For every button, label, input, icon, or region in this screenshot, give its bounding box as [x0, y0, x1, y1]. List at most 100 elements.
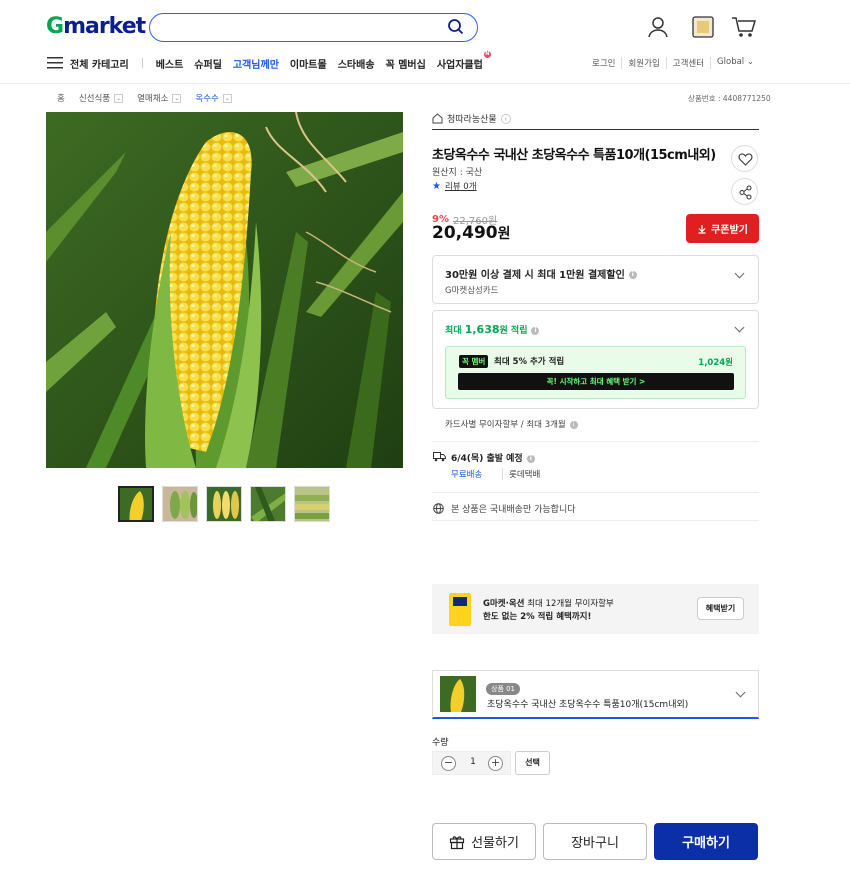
user-icon[interactable]: [646, 15, 670, 39]
chevron-down-icon[interactable]: ⌄: [222, 93, 232, 103]
option-name: 초당옥수수 국내산 초당옥수수 특품10개(15cm내외): [487, 700, 689, 710]
share-button[interactable]: [731, 178, 758, 205]
installment-text: 카드사별 무이자할부 / 최대 3개월: [445, 420, 566, 430]
search-icon[interactable]: [447, 18, 465, 36]
card-discount-title: 30만원 이상 결제 시 최대 1만원 결제할인: [445, 270, 625, 281]
chevron-down-icon[interactable]: [734, 322, 745, 333]
heart-icon: [738, 153, 753, 166]
card-discount-box[interactable]: 30만원 이상 결제 시 최대 1만원 결제할인 i G마켓삼성카드: [432, 255, 759, 304]
product-number: 상품번호 : 4408771250: [688, 94, 771, 103]
search-input[interactable]: [164, 14, 444, 39]
chevron-down-icon[interactable]: [734, 268, 745, 279]
membership-text: 최대 5% 추가 적립: [494, 357, 565, 367]
free-shipping-label: 무료배송: [451, 470, 483, 480]
nav-best[interactable]: 베스트: [156, 56, 184, 71]
sale-price-unit: 원: [497, 226, 511, 242]
chevron-right-icon: ›: [500, 113, 511, 124]
nav-business-club-label: 사업자클럽: [436, 59, 483, 71]
nav-business-club[interactable]: 사업자클럽 N: [436, 50, 491, 71]
store-icon: [432, 113, 443, 124]
points-box: 최대 1,638원 적립 i 꼭 멤버 최대 5% 추가 적립 1,024원 꼭!…: [432, 310, 759, 409]
nav-superdeal[interactable]: 슈퍼딜: [194, 56, 222, 71]
card-name: G마켓삼성카드: [445, 286, 499, 296]
cart-icon[interactable]: [731, 15, 757, 39]
banner-line-1-text: 최대 12개월 무이자할부: [524, 599, 614, 609]
membership-amount: 1,024원: [698, 358, 733, 368]
plus-button[interactable]: +: [488, 756, 503, 771]
membership-cta-button[interactable]: 꼭! 시작하고 최대 혜택 받기 >: [458, 373, 734, 390]
courier-name: 롯데택배: [502, 468, 540, 480]
banner-line-2: 한도 없는 2% 적립 혜택까지!: [483, 612, 592, 622]
chevron-down-icon[interactable]: ⌄: [114, 93, 124, 103]
nav-star-delivery[interactable]: 스타배송: [338, 56, 375, 71]
minus-button[interactable]: −: [441, 756, 456, 771]
divider: [432, 441, 759, 442]
menu-icon[interactable]: [47, 57, 63, 69]
wishlist-button[interactable]: [731, 145, 758, 172]
thumbnail-3[interactable]: [206, 486, 242, 522]
membership-badge: 꼭 멤버: [459, 355, 489, 368]
sale-price-value: 20,490: [432, 223, 498, 243]
product-title: 초당옥수수 국내산 초당옥수수 특품10개(15cm내외): [432, 148, 716, 163]
search-box[interactable]: [149, 13, 478, 42]
thumbnail-1[interactable]: [118, 486, 154, 522]
gift-button-label: 선물하기: [471, 836, 519, 851]
truck-icon: [433, 452, 446, 462]
nav-for-you[interactable]: 고객님께만: [233, 56, 279, 71]
login-link[interactable]: 로그인: [586, 57, 621, 69]
chevron-down-icon[interactable]: [735, 687, 746, 698]
info-icon[interactable]: i: [531, 326, 540, 335]
logo-text: market: [63, 14, 146, 39]
divider: [432, 520, 759, 521]
quantity-value[interactable]: 1: [466, 757, 480, 767]
option-thumbnail: [440, 676, 476, 712]
header-divider: [0, 83, 850, 84]
thumbnail-5[interactable]: [294, 486, 330, 522]
gift-button[interactable]: 선물하기: [432, 823, 536, 860]
divider: [432, 492, 759, 493]
thumbnail-4[interactable]: [250, 486, 286, 522]
option-selector[interactable]: 상품 01 초당옥수수 국내산 초당옥수수 특품10개(15cm내외): [432, 670, 759, 719]
buy-now-button[interactable]: 구매하기: [654, 823, 758, 860]
customer-center-link[interactable]: 고객센터: [665, 57, 710, 69]
seller-link[interactable]: 청따라농산물 ›: [432, 112, 511, 125]
seller-divider: [432, 129, 759, 130]
quantity-stepper[interactable]: − 1 +: [432, 751, 511, 775]
coupon-button[interactable]: 쿠폰받기: [686, 214, 759, 243]
seller-name: 청따라농산물: [447, 115, 497, 125]
nav-membership[interactable]: 꼭 멤버십: [386, 56, 426, 71]
recent-icon[interactable]: [691, 15, 715, 39]
points-suffix: 원 적립: [499, 326, 528, 336]
sale-price: 20,490원: [432, 223, 511, 243]
global-link[interactable]: Global ⌄: [710, 57, 760, 69]
gift-icon: [449, 835, 465, 849]
nav-emart-mall[interactable]: 이마트몰: [290, 56, 327, 71]
nav-divider: [141, 58, 143, 68]
option-tag: 상품 01: [486, 683, 521, 695]
shipping-date: 6/4(목) 출발 예정 i: [451, 451, 535, 464]
card-promo-banner[interactable]: G마켓·옥션 최대 12개월 무이자할부 한도 없는 2% 적립 혜택까지! 혜…: [432, 584, 759, 634]
breadcrumb-corn[interactable]: 옥수수 ⌄: [195, 92, 232, 104]
banner-brand: G마켓·옥션: [483, 599, 525, 609]
benefit-button[interactable]: 혜택받기: [697, 597, 744, 620]
download-icon: [698, 224, 706, 234]
gmarket-logo[interactable]: Gmarket: [46, 14, 146, 39]
thumbnail-2[interactable]: [162, 486, 198, 522]
chevron-down-icon[interactable]: ⌄: [172, 93, 182, 103]
breadcrumb-home[interactable]: 홈: [57, 92, 65, 104]
info-icon[interactable]: i: [628, 271, 637, 279]
breadcrumb-fruit-veg[interactable]: 열매채소 ⌄: [137, 92, 182, 104]
info-icon[interactable]: i: [569, 420, 578, 429]
info-icon[interactable]: i: [526, 454, 535, 463]
points-amount: 1,638: [464, 323, 500, 336]
review-link[interactable]: ★ 리뷰 0개: [432, 180, 477, 193]
select-button[interactable]: 선택: [515, 751, 550, 775]
review-count: 리뷰 0개: [444, 182, 477, 192]
main-product-image[interactable]: [46, 112, 403, 468]
logo-g: G: [46, 14, 64, 39]
add-to-cart-button[interactable]: 장바구니: [543, 823, 647, 860]
star-icon: ★: [432, 180, 441, 192]
breadcrumb-fresh-food[interactable]: 신선식품 ⌄: [79, 92, 124, 104]
signup-link[interactable]: 회원가입: [621, 57, 665, 69]
all-categories-link[interactable]: 전체 카테고리: [70, 56, 129, 71]
